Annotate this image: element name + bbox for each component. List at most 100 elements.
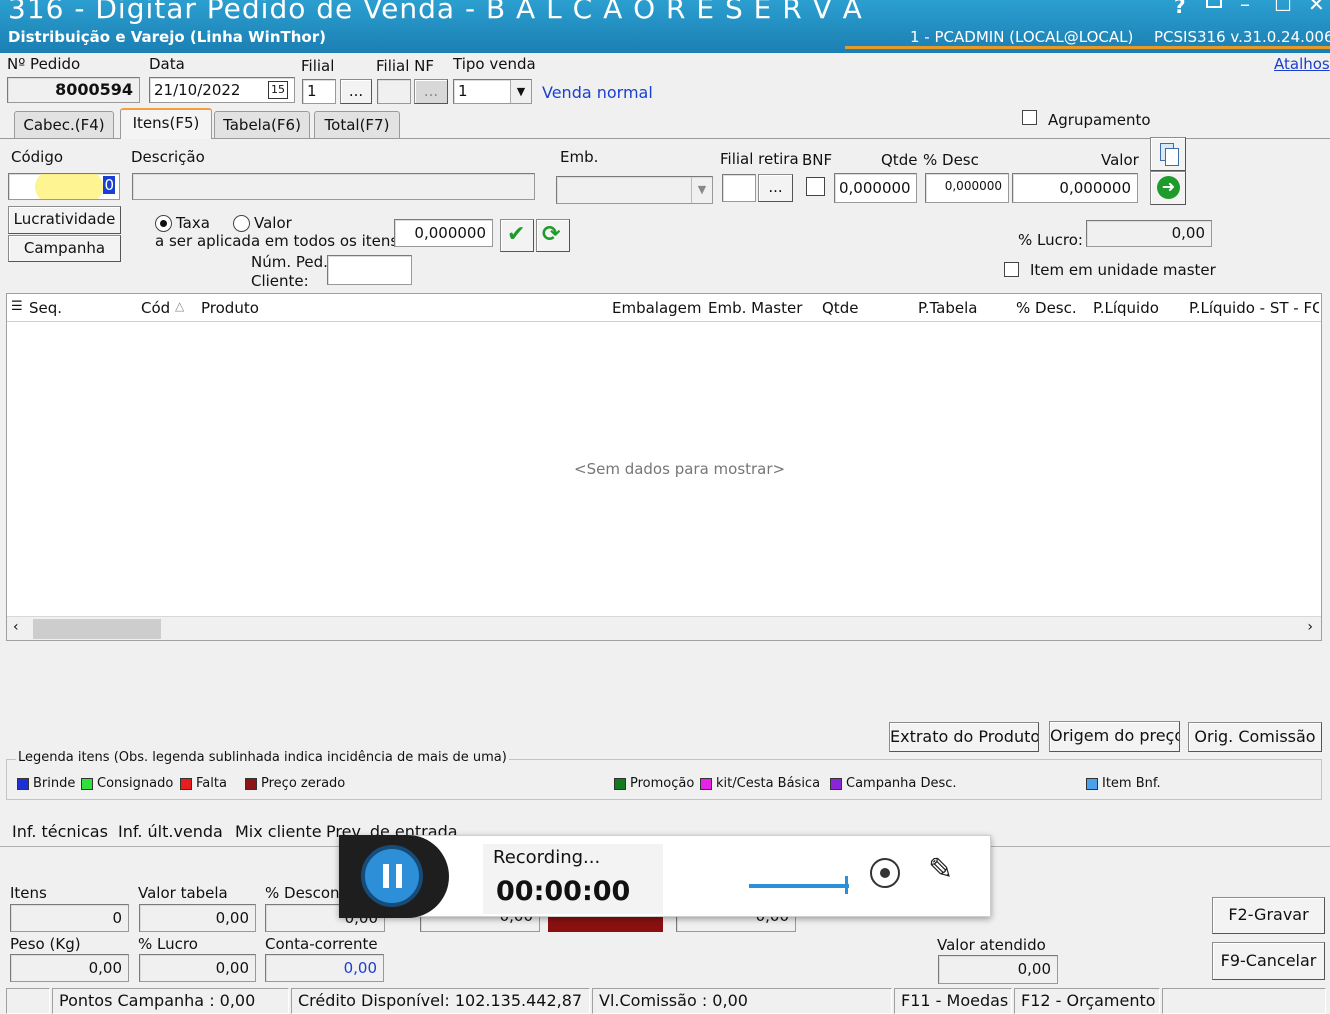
filialnf-field[interactable] (377, 79, 411, 104)
grid-col-seq[interactable]: Seq. (29, 299, 62, 317)
grid-col-pliquido[interactable]: P.Líquido (1093, 299, 1159, 317)
status-pontos: Pontos Campanha : 0,00 (52, 988, 289, 1014)
title-accent-line (845, 46, 1330, 49)
grid-col-pliquido-st[interactable]: P.Líquido - ST - FC (1189, 299, 1319, 317)
codigo-value: 0 (103, 176, 115, 194)
codigo-field[interactable]: 0 (8, 173, 120, 200)
atalhos-link[interactable]: Atalhos (1274, 55, 1330, 73)
itens-label: Itens (10, 884, 47, 902)
sort-ascending-icon: △ (175, 299, 185, 313)
item-master-checkbox[interactable] (1004, 262, 1019, 277)
legend-swatch (17, 777, 29, 790)
tipovenda-label: Tipo venda (453, 55, 536, 73)
data-field[interactable]: 21/10/2022 15 (149, 77, 295, 103)
grid-col-desc[interactable]: % Desc. (1016, 299, 1077, 317)
tab-tabela[interactable]: Tabela(F6) (214, 111, 310, 138)
legend-swatch (700, 777, 712, 790)
tipovenda-select[interactable]: 1 ▼ (453, 79, 532, 104)
pedido-label: Nº Pedido (7, 55, 81, 73)
filialnf-lookup-button[interactable]: ... (414, 79, 448, 104)
legend-swatch (180, 777, 192, 790)
legend-swatch (614, 777, 626, 790)
tipovenda-description: Venda normal (542, 83, 653, 102)
extrato-produto-button[interactable]: Extrato do Produto (889, 722, 1039, 752)
valor-label: Valor (1101, 151, 1139, 169)
calendar-icon[interactable]: 15 (268, 81, 288, 99)
apply-button[interactable]: ✔ (500, 219, 534, 252)
grid-empty-text: <Sem dados para mostrar> (574, 460, 786, 478)
tab-mix-cliente[interactable]: Mix cliente (235, 822, 322, 841)
desconto-label: % Descon (265, 884, 340, 902)
horizontal-scrollbar[interactable]: ‹ › (7, 616, 1321, 640)
aplicada-field[interactable]: 0,000000 (394, 219, 493, 247)
agrupamento-checkbox[interactable] (1022, 110, 1037, 125)
volume-slider-handle[interactable] (845, 876, 848, 894)
cancelar-button[interactable]: F9-Cancelar (1212, 942, 1325, 980)
user-info: 1 - PCADMIN (LOCAL@LOCAL) (910, 28, 1134, 46)
tipovenda-value: 1 (458, 82, 468, 100)
arrow-right-icon: ➜ (1157, 176, 1180, 199)
tab-inf-tecnicas[interactable]: Inf. técnicas (12, 822, 108, 841)
chevron-down-icon[interactable]: ▼ (691, 177, 712, 203)
desc-field[interactable]: 0,000000 (925, 173, 1009, 203)
maximize-icon[interactable]: ☐ (1274, 0, 1292, 16)
items-grid[interactable]: ☰ Seq. Cód △ Produto Embalagem Emb. Mast… (6, 293, 1322, 641)
qtde-field[interactable]: 0,000000 (834, 173, 917, 203)
copy-items-button[interactable] (1150, 137, 1186, 171)
status-orcamento[interactable]: F12 - Orçamento (1014, 988, 1160, 1014)
refresh-button[interactable]: ⟳ (536, 219, 570, 252)
scroll-left-icon[interactable]: ‹ (13, 619, 19, 635)
campanha-button[interactable]: Campanha (8, 235, 121, 262)
pause-button[interactable] (361, 845, 423, 907)
legend-swatch (830, 777, 842, 790)
filial-lookup-button[interactable]: ... (340, 79, 372, 104)
filial-retira-lookup-button[interactable]: ... (758, 174, 793, 202)
filial-retira-field[interactable] (722, 174, 756, 202)
qtde-label: Qtde (881, 151, 918, 169)
emb-select[interactable]: ▼ (556, 176, 713, 204)
valor-radio[interactable] (233, 215, 250, 232)
window-subtitle: Distribuição e Varejo (Linha WinThor) (8, 28, 326, 46)
lucratividade-button[interactable]: Lucratividade (8, 206, 121, 234)
grid-col-cod[interactable]: Cód (141, 299, 170, 317)
restore-icon[interactable] (1206, 0, 1222, 8)
webcam-icon[interactable] (870, 858, 900, 888)
legend-promocao: Promoção (614, 776, 694, 791)
status-moedas[interactable]: F11 - Moedas (894, 988, 1012, 1014)
scroll-right-icon[interactable]: › (1307, 619, 1313, 635)
tab-cabec[interactable]: Cabec.(F4) (14, 111, 114, 138)
grid-menu-icon[interactable]: ☰ (11, 299, 23, 314)
origem-preco-button[interactable]: Origem do preço (1049, 721, 1180, 752)
minimize-icon[interactable]: – (1240, 0, 1250, 16)
orig-comissao-button[interactable]: Orig. Comissão (1188, 722, 1322, 752)
taxa-radio[interactable] (155, 215, 172, 232)
pen-icon[interactable]: ✎ (928, 852, 953, 887)
peso-field: 0,00 (10, 954, 129, 982)
grid-col-embalagem[interactable]: Embalagem (612, 299, 702, 317)
grid-col-produto[interactable]: Produto (201, 299, 259, 317)
valor-field[interactable]: 0,000000 (1012, 173, 1138, 203)
filial-label: Filial (301, 57, 335, 75)
itens-field: 0 (10, 904, 129, 932)
add-item-button[interactable]: ➜ (1150, 171, 1186, 205)
data-label: Data (149, 55, 185, 73)
bnf-checkbox[interactable] (806, 177, 825, 196)
scroll-thumb[interactable] (33, 619, 161, 639)
conta-corrente-field: 0,00 (265, 954, 384, 982)
help-icon[interactable]: ? (1174, 0, 1186, 18)
tab-total[interactable]: Total(F7) (314, 111, 400, 138)
cursor-highlight (35, 174, 103, 199)
legend-kit-cesta: kit/Cesta Básica (700, 776, 820, 791)
grid-col-emb-master[interactable]: Emb. Master (708, 299, 802, 317)
filial-field[interactable]: 1 (302, 79, 336, 104)
descricao-field[interactable] (132, 173, 535, 200)
tab-inf-ult-venda[interactable]: Inf. últ.venda (118, 822, 223, 841)
gravar-button[interactable]: F2-Gravar (1212, 897, 1325, 934)
chevron-down-icon[interactable]: ▼ (510, 80, 531, 103)
volume-slider[interactable] (749, 884, 849, 888)
grid-col-ptabela[interactable]: P.Tabela (918, 299, 977, 317)
close-icon[interactable]: ✕ (1308, 0, 1325, 16)
numped-field[interactable] (327, 255, 412, 285)
grid-col-qtde[interactable]: Qtde (822, 299, 858, 317)
tab-itens[interactable]: Itens(F5) (120, 108, 212, 139)
